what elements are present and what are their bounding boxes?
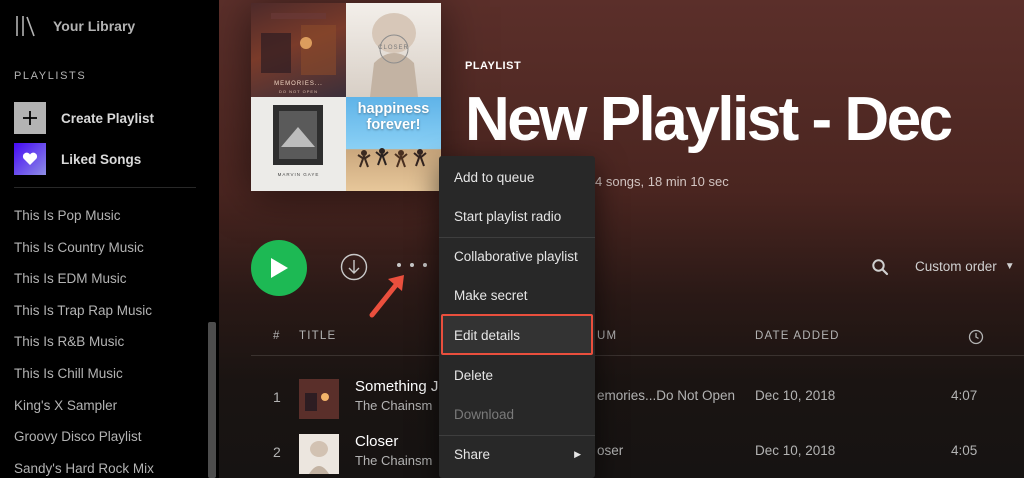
track-artist[interactable]: The Chainsm bbox=[355, 453, 432, 468]
sidebar-playlist-item[interactable]: This Is Country Music bbox=[14, 232, 204, 264]
search-icon[interactable] bbox=[871, 258, 889, 276]
menu-item-start-radio[interactable]: Start playlist radio bbox=[439, 197, 595, 236]
clock-icon bbox=[968, 329, 984, 345]
playlist-cover[interactable]: MEMORIES... DO NOT OPEN CLOSER MARVIN GA… bbox=[251, 3, 441, 191]
menu-item-make-secret[interactable]: Make secret bbox=[439, 276, 595, 315]
track-duration: 4:05 bbox=[951, 443, 978, 458]
cover-tile-3-text: MARVIN GAYE bbox=[277, 172, 320, 177]
play-icon bbox=[271, 258, 288, 278]
sidebar-divider bbox=[14, 187, 196, 188]
your-library-link[interactable]: Your Library bbox=[14, 14, 135, 38]
play-button[interactable] bbox=[251, 240, 307, 296]
main-content: MEMORIES... DO NOT OPEN CLOSER MARVIN GA… bbox=[219, 0, 1024, 478]
liked-songs-link[interactable]: Liked Songs bbox=[14, 143, 141, 175]
sidebar-playlist-item[interactable]: This Is R&B Music bbox=[14, 326, 204, 358]
col-number: # bbox=[273, 330, 281, 342]
cover-tile-1-subtext: DO NOT OPEN bbox=[279, 89, 318, 94]
track-date-added: Dec 10, 2018 bbox=[755, 388, 836, 403]
track-thumbnail-icon bbox=[299, 434, 339, 474]
caret-down-icon: ▼ bbox=[1004, 261, 1015, 272]
plus-icon bbox=[14, 102, 46, 134]
more-dot-icon bbox=[423, 263, 427, 267]
cover-tile-closer: CLOSER bbox=[346, 3, 441, 97]
sidebar-scrollbar[interactable] bbox=[208, 322, 216, 478]
playlist-context-menu: Add to queue Start playlist radio Collab… bbox=[439, 156, 595, 478]
sort-dropdown[interactable]: Custom order ▼ bbox=[915, 259, 1015, 274]
heart-icon bbox=[14, 143, 46, 175]
sidebar-playlist-item[interactable]: King's X Sampler bbox=[14, 390, 204, 422]
menu-item-collaborative[interactable]: Collaborative playlist bbox=[439, 237, 595, 276]
col-title[interactable]: TITLE bbox=[299, 330, 336, 342]
col-date-added[interactable]: DATE ADDED bbox=[755, 330, 840, 342]
cover-tile-marvin: MARVIN GAYE bbox=[251, 97, 346, 191]
track-album[interactable]: oser bbox=[597, 443, 623, 458]
download-icon[interactable] bbox=[340, 253, 368, 281]
liked-songs-label: Liked Songs bbox=[61, 151, 142, 167]
track-row[interactable]: 2 Closer The Chainsm oser Dec 10, 2018 4… bbox=[251, 428, 1024, 478]
playlist-meta: 4 songs, 18 min 10 sec bbox=[595, 174, 729, 189]
menu-item-edit-details[interactable]: Edit details bbox=[439, 316, 595, 355]
menu-item-delete[interactable]: Delete bbox=[439, 356, 595, 395]
track-number: 2 bbox=[273, 444, 281, 460]
track-artist[interactable]: The Chainsm bbox=[355, 398, 432, 413]
menu-item-share[interactable]: Share ▶ bbox=[439, 435, 595, 474]
your-library-label: Your Library bbox=[53, 18, 136, 34]
more-dot-icon bbox=[410, 263, 414, 267]
sidebar-playlist-item[interactable]: Groovy Disco Playlist bbox=[14, 421, 204, 453]
annotation-arrow-icon bbox=[369, 275, 404, 318]
track-number: 1 bbox=[273, 389, 281, 405]
track-thumbnail-icon bbox=[299, 379, 339, 419]
playlist-title[interactable]: New Playlist - Dec bbox=[465, 84, 953, 155]
track-title[interactable]: Something J bbox=[355, 378, 438, 395]
cover-tile-happiness: happiness forever! bbox=[346, 97, 441, 191]
library-icon bbox=[16, 16, 35, 37]
track-date-added: Dec 10, 2018 bbox=[755, 443, 836, 458]
col-album[interactable]: UM bbox=[597, 330, 617, 342]
sidebar-playlist-item[interactable]: This Is EDM Music bbox=[14, 263, 204, 295]
sidebar: Your Library PLAYLISTS Create Playlist L… bbox=[0, 0, 219, 478]
cover-tile-1-text: MEMORIES... bbox=[274, 81, 323, 87]
sidebar-playlist-item[interactable]: Sandy's Hard Rock Mix bbox=[14, 453, 204, 478]
menu-item-share-label: Share bbox=[454, 447, 491, 462]
track-duration: 4:07 bbox=[951, 388, 978, 403]
sort-label: Custom order bbox=[915, 259, 997, 274]
cover-tile-4-line2: forever! bbox=[366, 117, 421, 133]
caret-right-icon: ▶ bbox=[574, 449, 581, 459]
playlists-section-title: PLAYLISTS bbox=[14, 70, 87, 82]
cover-tile-4-line1: happiness bbox=[357, 101, 430, 117]
menu-item-add-to-queue[interactable]: Add to queue bbox=[439, 158, 595, 197]
sidebar-playlist-item[interactable]: This Is Chill Music bbox=[14, 358, 204, 390]
more-dot-icon bbox=[397, 263, 401, 267]
sidebar-playlist-item[interactable]: This Is Trap Rap Music bbox=[14, 295, 204, 327]
cover-tile-memories: MEMORIES... DO NOT OPEN bbox=[251, 3, 346, 97]
create-playlist-button[interactable]: Create Playlist bbox=[14, 102, 154, 134]
cover-tile-2-text: CLOSER bbox=[378, 45, 409, 51]
sidebar-playlist-item[interactable]: This Is Pop Music bbox=[14, 200, 204, 232]
track-table-header: # TITLE UM DATE ADDED bbox=[251, 322, 1024, 356]
track-row[interactable]: 1 Something J The Chainsm emories...Do N… bbox=[251, 373, 1024, 425]
more-options-button[interactable] bbox=[397, 258, 427, 272]
menu-item-download: Download bbox=[454, 407, 515, 422]
track-title[interactable]: Closer bbox=[355, 433, 398, 450]
track-album[interactable]: emories...Do Not Open bbox=[597, 388, 735, 403]
jumping-people-icon bbox=[357, 148, 427, 168]
create-playlist-label: Create Playlist bbox=[61, 110, 155, 126]
playlist-list: This Is Pop Music This Is Country Music … bbox=[14, 200, 204, 478]
playlist-type-label: PLAYLIST bbox=[465, 60, 522, 72]
